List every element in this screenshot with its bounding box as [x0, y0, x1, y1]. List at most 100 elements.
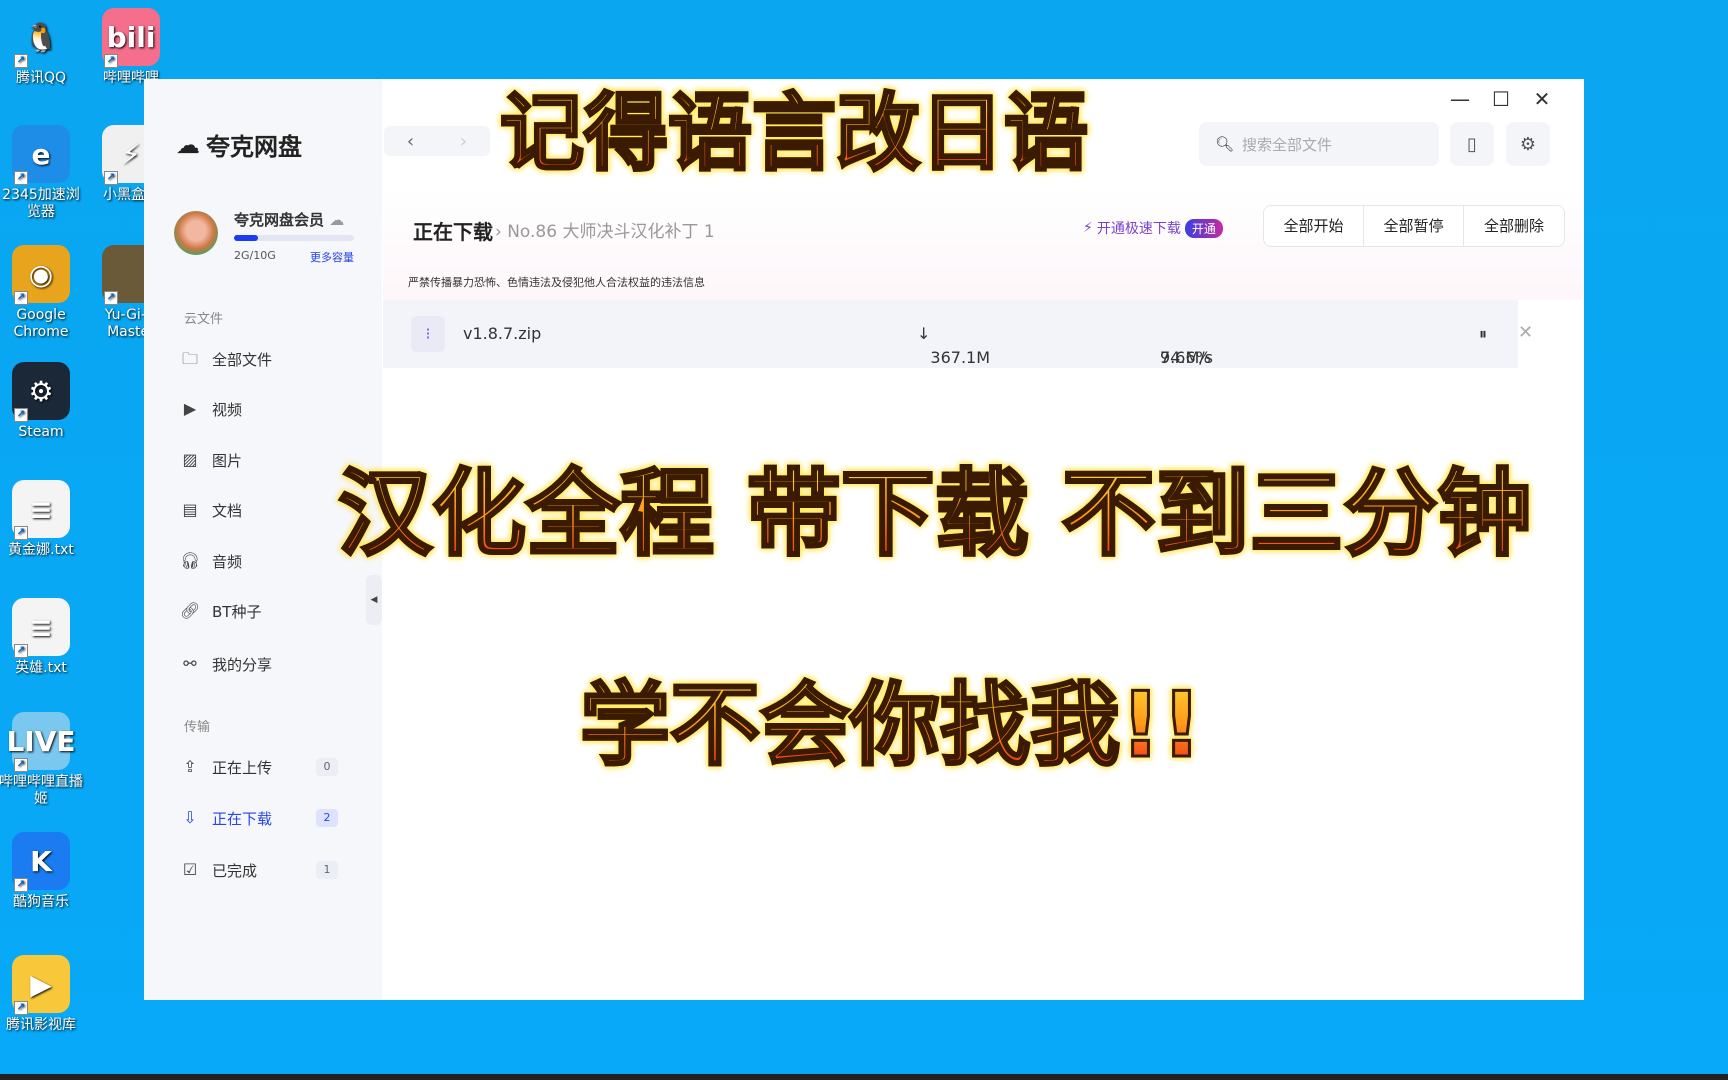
app-icon: K ↗	[12, 832, 70, 892]
pause-icon[interactable]: ⏸︎	[1479, 324, 1487, 344]
shortcut-arrow-icon: ↗	[14, 644, 28, 658]
settings-button[interactable]: ⚙	[1506, 122, 1550, 166]
sidebar-item-transfer[interactable]: ⇩ 正在下载 2	[180, 800, 370, 836]
sidebar-item[interactable]: 🗀 全部文件	[180, 341, 370, 377]
overlay-caption-3: 学不会你找我!!	[578, 652, 1203, 782]
desktop-icon[interactable]: bili ↗ 哔哩哔哩	[86, 8, 176, 87]
app-icon: ▶ ↗	[12, 955, 70, 1015]
upload-icon: ⇪	[183, 757, 197, 776]
share-icon: ⚯	[183, 654, 197, 673]
overlay-caption-1: 记得语言改日语	[498, 66, 1089, 187]
desktop-icon[interactable]: ▶ ↗ 腾讯影视库	[0, 955, 86, 1034]
sidebar-item-label: 文档	[212, 501, 243, 520]
app-icon: LIVE ↗	[6, 712, 76, 772]
sidebar-item[interactable]: ⚯ 我的分享	[180, 646, 370, 682]
app-icon: ≡ ↗	[12, 598, 70, 658]
collapse-sidebar-handle[interactable]: ◀	[366, 575, 382, 625]
sidebar-item-label: 全部文件	[212, 350, 273, 369]
video-icon: ▶	[183, 399, 197, 418]
desktop-icon[interactable]: e ↗ 2345加速浏览器	[0, 125, 86, 221]
overlay-caption-2: 汉化全程 带下载 不到三分钟	[336, 438, 1532, 574]
shortcut-arrow-icon: ↗	[14, 1001, 28, 1015]
forward-button[interactable]: ›	[460, 131, 467, 152]
nav-buttons: ‹ ›	[384, 126, 490, 156]
desktop-icon[interactable]: ◉ ↗ Google Chrome	[0, 245, 86, 341]
app-icon: e ↗	[12, 125, 70, 185]
panel-header: 正在下载 › No.86 大师决斗汉化补丁 1 ⚡ 开通极速下载 开通 全部开始 全…	[383, 190, 1584, 300]
desktop-icon-label: 腾讯影视库	[6, 1017, 76, 1033]
headphones-icon: 🎧︎	[180, 551, 201, 570]
search-input[interactable]: 🔍︎ 搜索全部文件	[1199, 122, 1439, 166]
desktop-icon[interactable]: ≡ ↗ 英雄.txt	[0, 598, 86, 677]
sidebar-item-label: BT种子	[212, 602, 262, 621]
cloud-upload-icon: ☁	[329, 211, 345, 229]
shortcut-arrow-icon: ↗	[14, 526, 28, 540]
delete-all-button[interactable]: 全部删除	[1464, 206, 1564, 246]
maximize-button[interactable]: ☐	[1486, 87, 1516, 111]
section-cloud: 云文件	[184, 312, 224, 327]
sidebar-item-transfer[interactable]: ☑ 已完成 1	[180, 852, 370, 888]
shortcut-arrow-icon: ↗	[14, 758, 28, 772]
shortcut-arrow-icon: ↗	[14, 408, 28, 422]
app-name: 夸克网盘	[206, 133, 302, 161]
sidebar-item-label: 我的分享	[212, 655, 273, 674]
desktop-icon-label: Steam	[18, 424, 64, 440]
lightning-icon: ⚡	[1083, 220, 1093, 236]
avatar[interactable]	[174, 211, 218, 255]
vip-badge[interactable]: 开通	[1184, 218, 1223, 238]
sidebar-item-label: 视频	[212, 400, 243, 419]
app-icon: ⚙ ↗	[12, 362, 70, 422]
app-icon: bili ↗	[102, 8, 160, 68]
sidebar-item[interactable]: ▶ 视频	[180, 391, 370, 427]
desktop-icon[interactable]: ⚙ ↗ Steam	[0, 362, 86, 441]
desktop-icon-label: 腾讯QQ	[15, 70, 67, 86]
desktop-icon[interactable]: LIVE ↗ 哔哩哔哩直播姬	[0, 712, 86, 808]
sidebar-item-transfer[interactable]: ⇪ 正在上传 0	[180, 749, 370, 785]
shortcut-arrow-icon: ↗	[14, 54, 28, 68]
desktop-icon[interactable]: K ↗ 酷狗音乐	[0, 832, 86, 911]
desktop-icon[interactable]: ≡ ↗ 黄金娜.txt	[0, 480, 86, 559]
app-logo: ☁ 夸克网盘	[176, 127, 302, 162]
count-badge: 1	[316, 861, 338, 879]
minimize-button[interactable]: —	[1445, 87, 1475, 111]
desktop-icon-label: 哔哩哔哩直播姬	[0, 774, 83, 807]
speed-upgrade-link[interactable]: ⚡ 开通极速下载 开通	[1083, 218, 1223, 238]
cancel-icon[interactable]: ✕	[1518, 322, 1533, 343]
sidebar-item-label: 音频	[212, 552, 243, 571]
image-icon: ▨	[182, 450, 198, 469]
close-button[interactable]: ✕	[1527, 87, 1557, 111]
download-icon: ⇩	[183, 808, 197, 827]
page-title: 正在下载	[413, 220, 493, 244]
device-button[interactable]: ▯	[1450, 122, 1494, 166]
more-storage-link[interactable]: 更多容量	[310, 249, 354, 265]
completed-icon: ☑	[182, 860, 198, 879]
folder-icon: 🗀	[181, 349, 198, 368]
main-panel: 正在下载 › No.86 大师决斗汉化补丁 1 ⚡ 开通极速下载 开通 全部开始 全…	[383, 190, 1584, 1000]
shortcut-arrow-icon: ↗	[14, 878, 28, 892]
app-icon: ◉ ↗	[12, 245, 70, 305]
count-badge: 2	[316, 809, 338, 827]
shortcut-arrow-icon: ↗	[104, 291, 118, 305]
back-button[interactable]: ‹	[407, 131, 414, 152]
download-row[interactable]: ⁝ v1.8.7.zip ↓ 367.1M 94.6% 7.6M/s ⏸︎ ✕	[383, 300, 1533, 368]
storage-used: 2G/10G	[234, 249, 276, 262]
search-icon: 🔍︎	[1215, 135, 1235, 153]
breadcrumb[interactable]: › No.86 大师决斗汉化补丁 1	[495, 217, 715, 242]
desktop-icon-label: Google Chrome	[13, 307, 69, 340]
desktop-icon-label: 英雄.txt	[15, 660, 67, 676]
app-icon: ≡ ↗	[12, 480, 70, 540]
storage-bar	[234, 235, 354, 241]
pause-all-button[interactable]: 全部暂停	[1364, 206, 1464, 246]
start-all-button[interactable]: 全部开始	[1264, 206, 1364, 246]
desktop-icon-label: 黄金娜.txt	[8, 542, 74, 558]
desktop-icon-label: 2345加速浏览器	[2, 187, 80, 220]
user-name: 夸克网盘会员 ☁	[234, 211, 345, 229]
desktop-icon[interactable]: 🐧 ↗ 腾讯QQ	[0, 8, 86, 87]
app-icon: 🐧 ↗	[12, 8, 70, 68]
desktop-icon-label: 酷狗音乐	[13, 894, 69, 910]
file-name: v1.8.7.zip	[463, 324, 542, 343]
sidebar-item[interactable]: 🔗︎ BT种子	[180, 593, 370, 629]
sidebar-item-label: 图片	[212, 451, 243, 470]
shortcut-arrow-icon: ↗	[104, 54, 118, 68]
link-icon: 🔗︎	[180, 601, 201, 620]
